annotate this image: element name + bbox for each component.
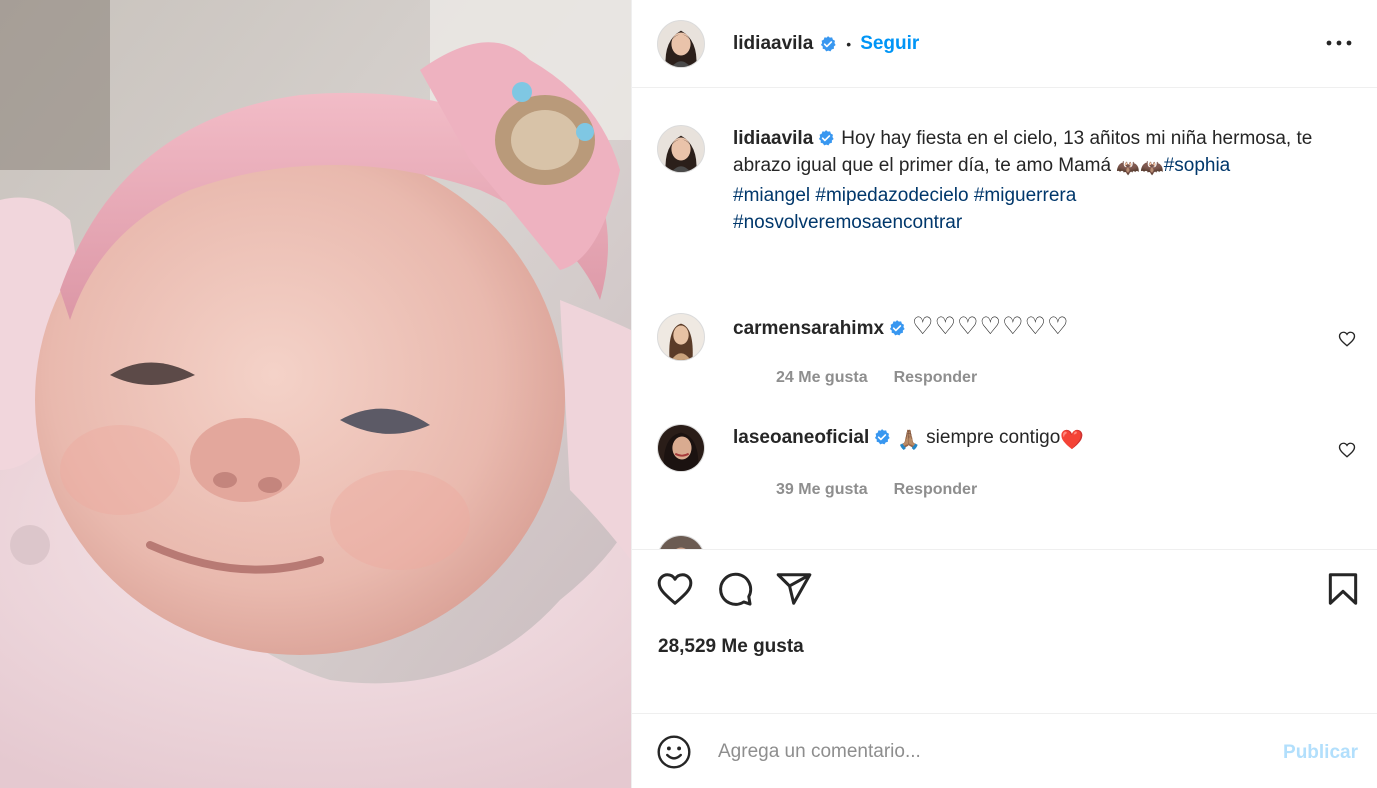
comments-list[interactable]: lidiaavila Hoy hay fiesta en el cielo, 13… [632, 89, 1377, 549]
comment-item: laseoaneoficial 🙏🏽 siempre contigo❤️ 39 M… [657, 424, 1357, 503]
comment-body: carmensarahimx ♡♡♡♡♡♡♡ 24 Me gusta Respond… [733, 313, 1343, 391]
publish-button[interactable]: Publicar [1283, 742, 1358, 764]
follow-button[interactable]: Seguir [860, 33, 919, 55]
comment-icon[interactable] [716, 570, 754, 608]
post-caption: lidiaavila Hoy hay fiesta en el cielo, 13… [657, 125, 1357, 236]
post-panel: lidiaavila • Seguir lidiaavila Hoy hay f… [631, 0, 1377, 788]
comment-item: carmensarahimx ♡♡♡♡♡♡♡ 24 Me gusta Respond… [657, 313, 1357, 391]
author-avatar-caption[interactable] [657, 125, 705, 173]
emoji-icon[interactable] [656, 734, 692, 770]
comment-like-heart-icon[interactable] [1338, 330, 1356, 348]
caption-body: lidiaavila Hoy hay fiesta en el cielo, 13… [733, 125, 1343, 236]
verified-badge-icon [888, 319, 906, 337]
likes-count[interactable]: 28,529 Me gusta [658, 636, 804, 658]
baby-photo-image [0, 0, 631, 788]
red-heart-emoji: ❤️ [1060, 430, 1084, 451]
comment-input[interactable] [718, 732, 1258, 772]
hashtag-link[interactable]: #miangel [733, 185, 810, 206]
heart-icon[interactable] [656, 570, 694, 608]
comment-body: laseoaneoficial 🙏🏽 siempre contigo❤️ 39 M… [733, 424, 1343, 503]
commenter-username[interactable]: carmensarahimx [733, 318, 884, 339]
reply-button[interactable]: Responder [894, 369, 978, 386]
verified-badge-icon [819, 35, 837, 53]
hashtag-link[interactable]: #nosvolveremosaencontrar [733, 212, 962, 233]
commenter-avatar[interactable] [657, 424, 705, 472]
comment-likes[interactable]: 24 Me gusta [776, 369, 868, 386]
caption-username[interactable]: lidiaavila [733, 128, 813, 149]
verified-badge-icon [873, 428, 891, 446]
separator-dot: • [846, 35, 852, 52]
hashtag-link[interactable]: #miguerrera [974, 185, 1076, 206]
comment-meta: 24 Me gusta Responder [776, 364, 1343, 391]
praying-hands-emoji: 🙏🏽 [897, 430, 921, 451]
commenter-username[interactable]: laseoaneoficial [733, 427, 869, 448]
comment-hearts: ♡♡♡♡♡♡♡ [912, 312, 1070, 340]
commenter-avatar[interactable] [657, 535, 705, 549]
verified-badge-icon [817, 129, 835, 147]
post-photo[interactable] [0, 0, 631, 788]
post-header: lidiaavila • Seguir [632, 0, 1377, 88]
comment-item-partial [657, 535, 1357, 549]
bookmark-icon[interactable] [1324, 570, 1362, 608]
reply-button[interactable]: Responder [894, 481, 978, 498]
bat-emoji: 🦇🦇 [1116, 158, 1164, 179]
commenter-avatar[interactable] [657, 313, 705, 361]
post-actions: 28,529 Me gusta [632, 549, 1377, 713]
comment-meta: 39 Me gusta Responder [776, 476, 1343, 503]
more-options-icon[interactable] [1326, 32, 1352, 54]
comment-likes[interactable]: 39 Me gusta [776, 481, 868, 498]
hashtag-link[interactable]: #mipedazodecielo [815, 185, 968, 206]
share-icon[interactable] [775, 570, 813, 608]
comment-text: siempre contigo [920, 427, 1061, 448]
comment-composer: Publicar [632, 713, 1377, 788]
author-username[interactable]: lidiaavila [733, 33, 813, 55]
hashtag-link[interactable]: #sophia [1164, 155, 1231, 176]
author-avatar[interactable] [657, 19, 705, 68]
comment-like-heart-icon[interactable] [1338, 441, 1356, 459]
